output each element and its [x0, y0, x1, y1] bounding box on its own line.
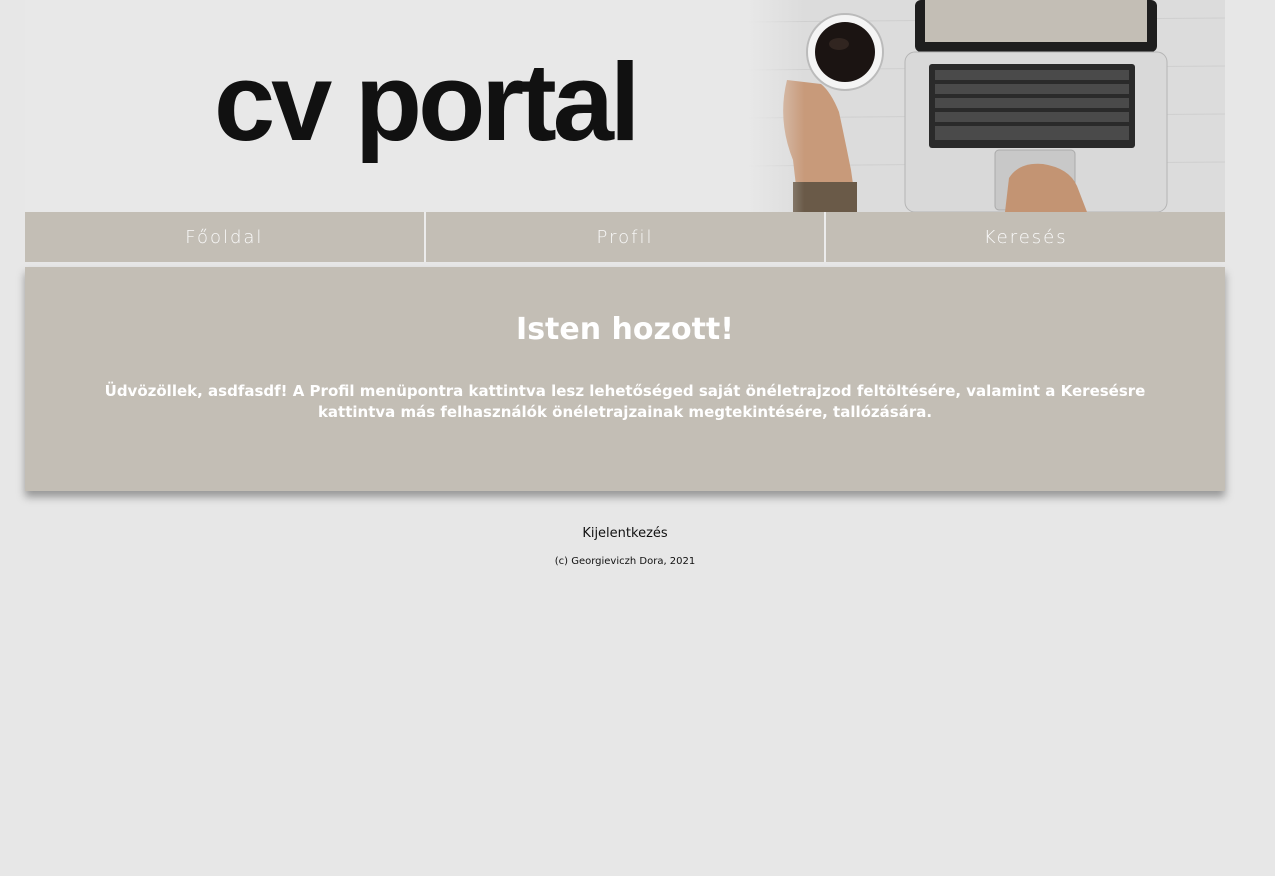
- nav-item-profile[interactable]: Profil: [425, 212, 827, 262]
- page: cv portal Főoldal Profil Keresés Isten h…: [0, 0, 1275, 876]
- nav-item-search[interactable]: Keresés: [826, 212, 1226, 262]
- welcome-heading: Isten hozott!: [516, 312, 734, 347]
- header-banner: cv portal: [25, 0, 1225, 212]
- logout-link[interactable]: Kijelentkezés: [0, 526, 1250, 541]
- nav-item-home[interactable]: Főoldal: [25, 212, 426, 262]
- welcome-text: Üdvözöllek, asdfasdf! A Profil menüpontr…: [104, 382, 1146, 421]
- welcome-panel: Isten hozott! Üdvözöllek, asdfasdf! A Pr…: [25, 267, 1225, 491]
- hero-laptop-image: [747, 0, 1225, 212]
- site-logo[interactable]: cv portal: [214, 48, 640, 158]
- copyright-text: (c) Georgieviczh Dora, 2021: [554, 556, 696, 567]
- main-navigation: Főoldal Profil Keresés: [25, 212, 1226, 262]
